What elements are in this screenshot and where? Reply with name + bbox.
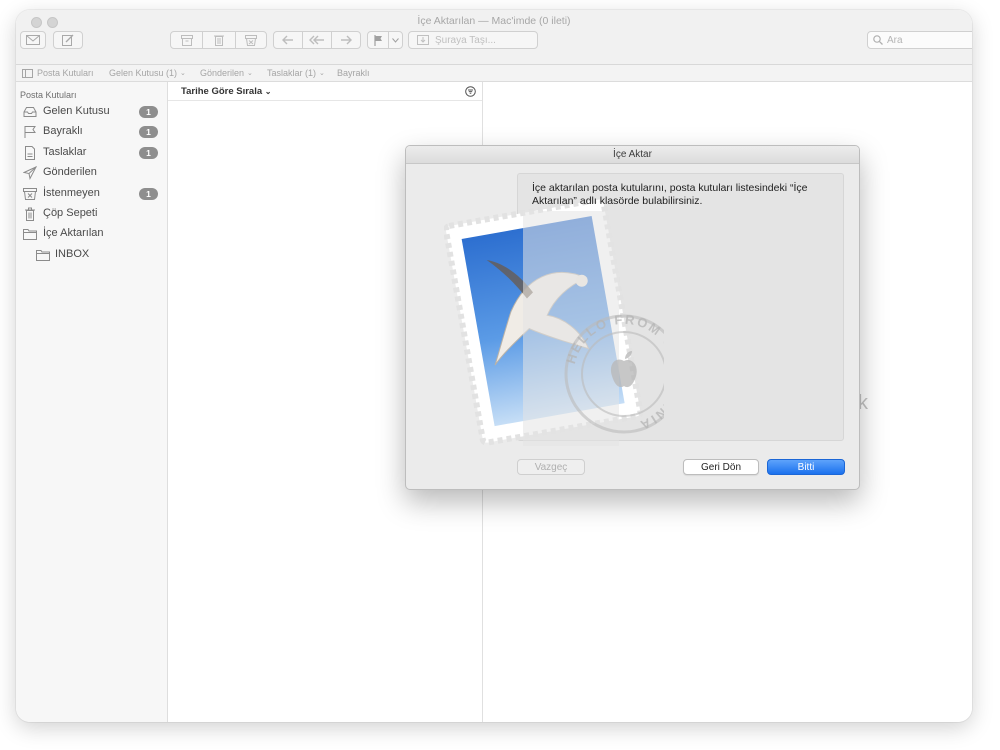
paper-plane-icon — [23, 166, 37, 180]
dialog-message: İçe aktarılan posta kutularını, posta ku… — [532, 182, 808, 207]
reply-all-button[interactable] — [303, 32, 333, 48]
archive-delete-junk-group — [170, 31, 267, 49]
sidebar-item-label: Taslaklar — [43, 146, 87, 158]
draft-icon — [25, 146, 35, 160]
done-button[interactable]: Bitti — [767, 459, 845, 475]
unread-badge: 1 — [139, 188, 158, 200]
favorites-drafts-label: Taslaklar (1) — [267, 68, 317, 78]
back-button[interactable]: Geri Dön — [683, 459, 759, 475]
import-dialog: İçe Aktar HELLO FROM CALIFORNIA İçe akta… — [405, 145, 860, 490]
favorites-sent-button[interactable]: Gönderilen ⌄ — [200, 68, 253, 78]
folder-icon — [36, 250, 50, 261]
favorites-inbox-button[interactable]: Gelen Kutusu (1) ⌄ — [109, 68, 186, 78]
search-field[interactable]: Ara — [867, 31, 972, 49]
sidebar-item-sent[interactable]: Gönderilen — [16, 163, 167, 183]
sidebar-item-label: INBOX — [55, 248, 90, 260]
chevron-down-icon: ⌄ — [247, 70, 253, 77]
chevron-down-icon: ⌄ — [180, 70, 186, 77]
sidebar-item-label: İçe Aktarılan — [43, 227, 104, 239]
search-placeholder: Ara — [887, 34, 903, 46]
window-title: İçe Aktarılan — Mac'imde (0 ileti) — [417, 15, 571, 27]
move-to-icon — [417, 35, 429, 45]
junk-icon — [23, 188, 37, 200]
cancel-button[interactable]: Vazgeç — [517, 459, 585, 475]
reply-icon — [281, 35, 293, 45]
move-to-label: Şuraya Taşı... — [435, 34, 496, 46]
favorites-flagged-label: Bayraklı — [337, 68, 370, 78]
unread-badge: 1 — [139, 147, 158, 159]
sidebar-item-label: Gönderilen — [43, 166, 97, 178]
forward-icon — [341, 35, 353, 45]
sidebar-item-label: Bayraklı — [43, 125, 83, 137]
flag-menu-button[interactable] — [389, 32, 402, 48]
sort-bar: Tarihe Göre Sırala ⌄ — [168, 82, 482, 101]
favorites-inbox-label: Gelen Kutusu (1) — [109, 68, 178, 78]
unread-badge: 1 — [139, 126, 158, 138]
search-icon — [873, 35, 883, 45]
compose-button[interactable] — [53, 31, 83, 49]
flag-group — [367, 31, 403, 49]
trash-icon — [25, 207, 35, 221]
reply-group — [273, 31, 361, 49]
trash-icon — [213, 35, 224, 46]
sidebar-item-label: Çöp Sepeti — [43, 207, 98, 219]
reply-all-icon — [309, 35, 324, 45]
archive-icon — [180, 34, 193, 46]
favorites-flagged-button[interactable]: Bayraklı — [337, 68, 370, 78]
title-bar: İçe Aktarılan — Mac'imde (0 ileti) Şuray… — [16, 10, 972, 65]
favorites-bar: Posta Kutuları Gelen Kutusu (1) ⌄ Gönderi… — [16, 65, 972, 82]
sidebar-toggle-icon — [22, 68, 33, 78]
favorites-sent-label: Gönderilen — [200, 68, 245, 78]
sidebar: Posta Kutuları Gelen Kutusu 1 Bayraklı 1… — [16, 82, 168, 722]
sidebar-item-flagged[interactable]: Bayraklı 1 — [16, 122, 167, 142]
favorites-mailboxes-label: Posta Kutuları — [37, 68, 94, 78]
mail-stamp-icon: HELLO FROM CALIFORNIA — [444, 196, 664, 446]
move-to-button[interactable]: Şuraya Taşı... — [408, 31, 538, 49]
favorites-mailboxes-button[interactable]: Posta Kutuları — [22, 68, 94, 78]
sort-button[interactable]: Tarihe Göre Sırala ⌄ — [181, 86, 271, 97]
junk-button[interactable] — [236, 32, 266, 48]
forward-button[interactable] — [332, 32, 360, 48]
dialog-title: İçe Aktar — [406, 146, 859, 164]
get-mail-button[interactable] — [20, 31, 46, 49]
favorites-drafts-button[interactable]: Taslaklar (1) ⌄ — [267, 68, 325, 78]
chevron-down-icon: ⌄ — [264, 87, 272, 96]
unread-badge: 1 — [139, 106, 158, 118]
sidebar-item-inbox-subfolder[interactable]: INBOX — [16, 245, 167, 265]
flag-icon — [24, 126, 36, 138]
sidebar-item-inbox[interactable]: Gelen Kutusu 1 — [16, 102, 167, 122]
junk-icon — [244, 34, 257, 46]
flag-button[interactable] — [368, 32, 390, 48]
compose-icon — [62, 34, 74, 46]
envelope-icon — [26, 35, 40, 45]
sort-label: Tarihe Göre Sırala — [181, 86, 263, 97]
sidebar-item-drafts[interactable]: Taslaklar 1 — [16, 143, 167, 163]
chevron-down-icon — [392, 37, 399, 43]
filter-icon[interactable] — [465, 86, 476, 97]
sidebar-item-label: Gelen Kutusu — [43, 105, 110, 117]
folder-icon — [23, 229, 37, 240]
sidebar-item-label: İstenmeyen — [43, 187, 100, 199]
sidebar-item-imported[interactable]: İçe Aktarılan — [16, 224, 167, 244]
sidebar-item-junk[interactable]: İstenmeyen 1 — [16, 184, 167, 204]
reply-button[interactable] — [274, 32, 303, 48]
inbox-icon — [23, 107, 37, 117]
archive-button[interactable] — [171, 32, 204, 48]
sidebar-header: Posta Kutuları — [20, 90, 77, 100]
sidebar-item-trash[interactable]: Çöp Sepeti — [16, 204, 167, 224]
flag-icon — [373, 34, 382, 46]
delete-button[interactable] — [203, 32, 236, 48]
chevron-down-icon: ⌄ — [319, 70, 325, 77]
